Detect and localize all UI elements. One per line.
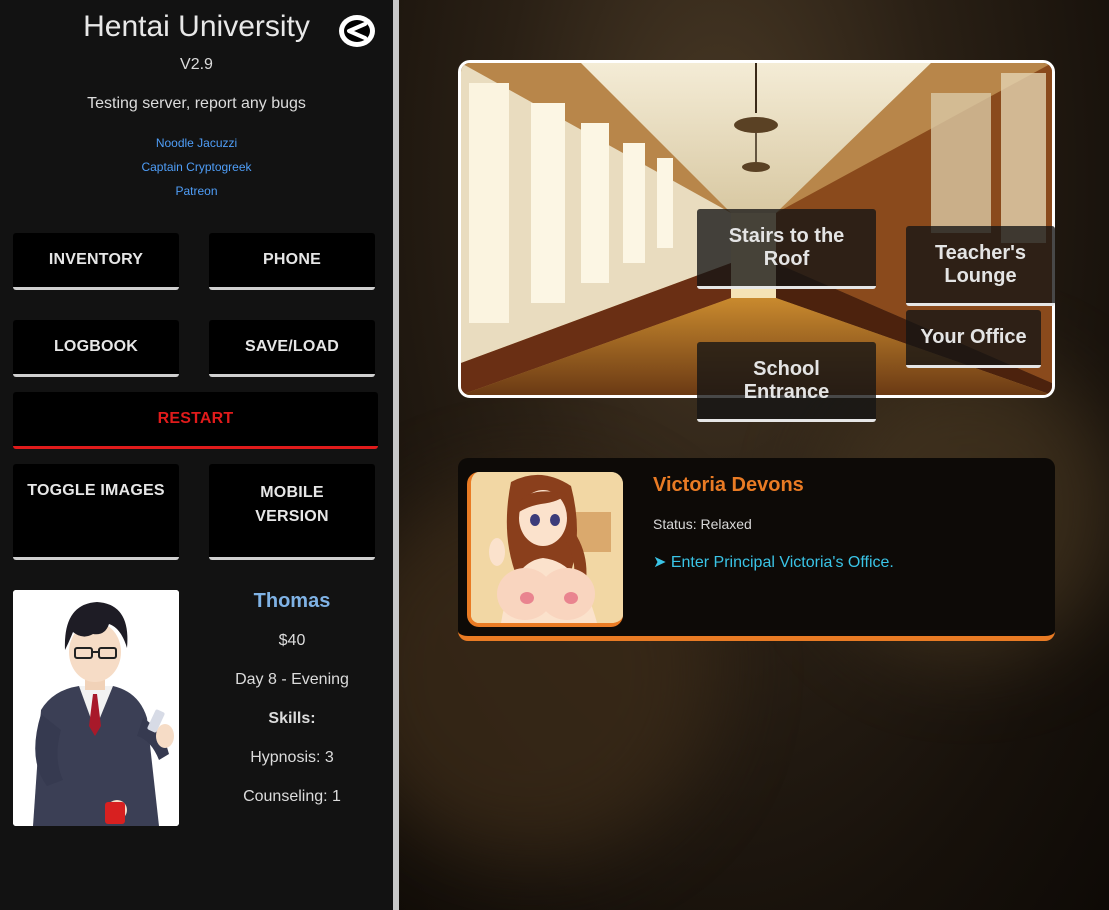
- mobile-version-button[interactable]: MOBILE VERSION: [209, 464, 375, 560]
- school-entrance-label-line2: Entrance: [743, 380, 830, 403]
- player-money: $40: [278, 632, 306, 649]
- skills-heading: Skills:: [268, 710, 316, 727]
- main-area: Stairs to the Roof Teacher's Lounge Your…: [399, 0, 1109, 910]
- phone-button-label: PHONE: [263, 251, 321, 268]
- logbook-button[interactable]: LOGBOOK: [13, 320, 179, 377]
- back-arrow-icon[interactable]: [337, 13, 377, 49]
- your-office-label: Your Office: [920, 326, 1027, 348]
- stairs-to-roof-button[interactable]: Stairs to the Roof: [697, 209, 876, 289]
- toggle-images-button[interactable]: TOGGLE IMAGES: [13, 464, 179, 560]
- skill-counseling: Counseling: 1: [243, 788, 341, 805]
- version-label: V2.9: [180, 56, 213, 73]
- patreon-link[interactable]: Patreon: [0, 184, 393, 198]
- server-notice: Testing server, report any bugs: [87, 95, 306, 112]
- save-load-button[interactable]: SAVE/LOAD: [209, 320, 375, 377]
- character-card: Victoria Devons Status: Relaxed ➤ Enter …: [458, 458, 1055, 641]
- your-office-button[interactable]: Your Office: [906, 310, 1041, 368]
- stairs-label-line2: Roof: [763, 247, 810, 270]
- school-entrance-label-line1: School: [753, 357, 820, 380]
- credit-link-noodle-jacuzzi[interactable]: Noodle Jacuzzi: [0, 136, 393, 150]
- restart-button[interactable]: RESTART: [13, 392, 378, 449]
- restart-button-label: RESTART: [157, 410, 234, 427]
- save-load-button-label: SAVE/LOAD: [245, 338, 339, 355]
- school-entrance-button[interactable]: School Entrance: [697, 342, 876, 422]
- player-name: Thomas: [253, 590, 331, 612]
- character-status: Status: Relaxed: [653, 516, 752, 532]
- inventory-button-label: INVENTORY: [48, 251, 144, 268]
- character-name: Victoria Devons: [653, 474, 804, 496]
- enter-office-action-link[interactable]: ➤ Enter Principal Victoria's Office.: [653, 552, 894, 572]
- toggle-images-button-label: TOGGLE IMAGES: [27, 482, 165, 499]
- mobile-version-label-line1: MOBILE: [260, 484, 324, 501]
- day-time: Day 8 - Evening: [235, 671, 349, 688]
- teachers-lounge-label-line2: Lounge: [944, 264, 1017, 287]
- game-title: Hentai University: [83, 10, 310, 43]
- credit-link-captain-cryptogreek[interactable]: Captain Cryptogreek: [0, 160, 393, 174]
- mobile-version-label-line2: VERSION: [255, 508, 329, 525]
- skill-hypnosis: Hypnosis: 3: [250, 749, 334, 766]
- teachers-lounge-button[interactable]: Teacher's Lounge: [906, 226, 1055, 306]
- player-portrait: [13, 590, 179, 826]
- inventory-button[interactable]: INVENTORY: [13, 233, 179, 290]
- teachers-lounge-label-line1: Teacher's: [934, 241, 1027, 264]
- phone-button[interactable]: PHONE: [209, 233, 375, 290]
- character-portrait[interactable]: [467, 472, 623, 627]
- stairs-label-line1: Stairs to the: [728, 224, 845, 247]
- logbook-button-label: LOGBOOK: [53, 338, 139, 355]
- sidebar: Hentai University V2.9 Testing server, r…: [0, 0, 393, 910]
